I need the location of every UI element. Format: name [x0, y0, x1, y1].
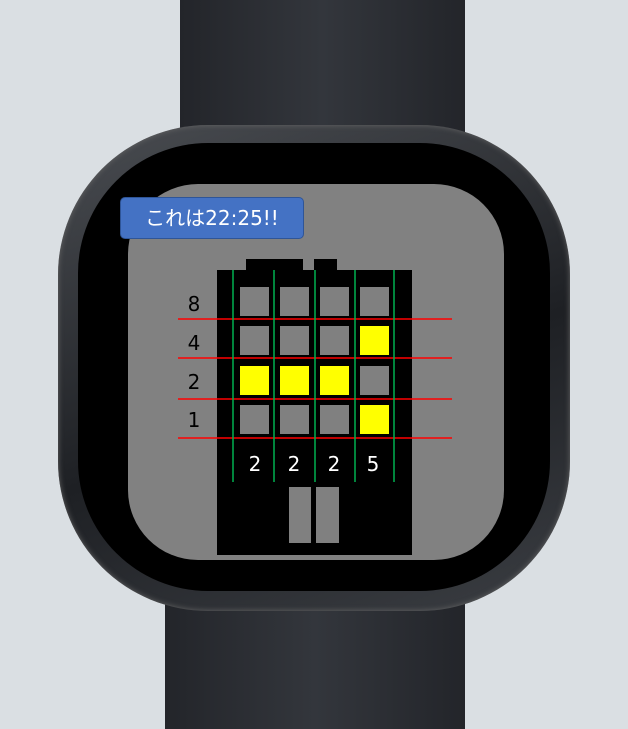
bit-cell: [320, 366, 349, 395]
binary-clock-face: 8 4 2 1 2 2 2 5: [178, 259, 452, 555]
bit-cell: [320, 326, 349, 355]
bit-cell: [240, 366, 269, 395]
bit-cell: [240, 405, 269, 434]
speech-bubble: これは22:25!!: [120, 197, 304, 239]
digit-minute-ones: 5: [367, 452, 380, 476]
building-door-right: [316, 487, 339, 543]
bit-cell: [280, 405, 309, 434]
row-label-1: 1: [188, 408, 201, 432]
building-door-left: [289, 487, 311, 543]
building-roof-right: [314, 259, 337, 271]
bit-cell: [280, 326, 309, 355]
bit-cell: [360, 405, 389, 434]
row-label-8: 8: [188, 292, 201, 316]
bit-cell: [320, 405, 349, 434]
bit-cell: [280, 366, 309, 395]
building-roof-left: [246, 259, 303, 271]
digit-hour-tens: 2: [249, 452, 262, 476]
bit-cell: [240, 287, 269, 316]
digit-minute-tens: 2: [328, 452, 341, 476]
bit-cell: [320, 287, 349, 316]
row-label-2: 2: [188, 370, 201, 394]
digit-hour-ones: 2: [288, 452, 301, 476]
bit-cell: [360, 287, 389, 316]
bit-cell: [280, 287, 309, 316]
bit-cell: [360, 366, 389, 395]
bit-cell: [240, 326, 269, 355]
bit-cell: [360, 326, 389, 355]
row-label-4: 4: [188, 331, 201, 355]
